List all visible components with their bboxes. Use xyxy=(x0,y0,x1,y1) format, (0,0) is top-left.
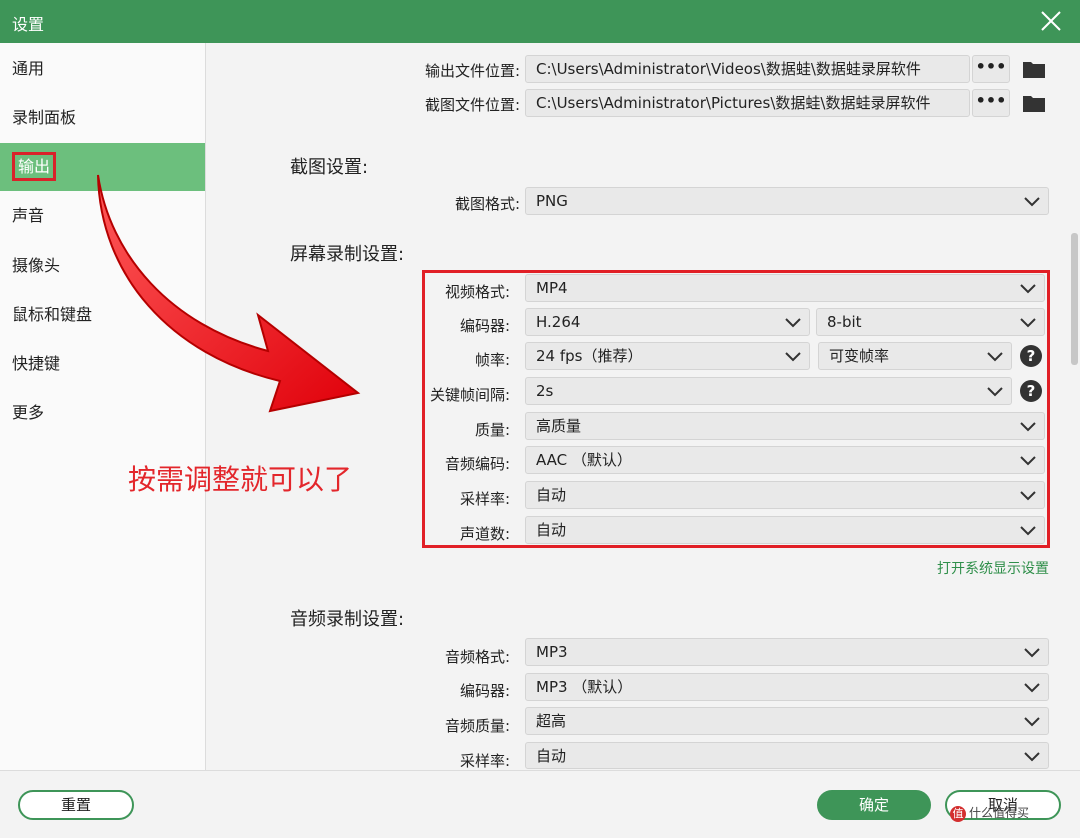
output-location-input[interactable]: C:\Users\Administrator\Videos\数据蛙\数据蛙录屏软… xyxy=(525,55,970,83)
audio-sample-rate-select[interactable]: 自动 xyxy=(525,742,1049,769)
sample-rate-select[interactable]: 自动 xyxy=(525,481,1045,509)
folder-icon[interactable] xyxy=(1022,93,1046,113)
audio-format-label: 音频格式: xyxy=(444,648,510,666)
chevron-down-icon xyxy=(1024,717,1040,727)
chevron-down-icon xyxy=(1020,422,1036,432)
audio-codec-label: 音频编码: xyxy=(444,455,510,473)
screenshot-format-label: 截图格式: xyxy=(454,195,520,213)
encoder-select[interactable]: H.264 xyxy=(525,308,810,336)
keyframe-interval-label: 关键帧间隔: xyxy=(429,386,510,404)
close-icon[interactable] xyxy=(1038,8,1064,34)
audio-sample-rate-label: 采样率: xyxy=(459,752,510,770)
help-icon[interactable]: ? xyxy=(1020,380,1042,402)
watermark-logo-icon: 值 xyxy=(950,805,966,822)
chevron-down-icon xyxy=(1020,284,1036,294)
reset-button[interactable]: 重置 xyxy=(18,790,134,820)
annotation-text: 按需调整就可以了 xyxy=(128,463,353,496)
audio-quality-label: 音频质量: xyxy=(444,717,510,735)
chevron-down-icon xyxy=(1024,752,1040,762)
chevron-down-icon xyxy=(1020,491,1036,501)
framerate-select[interactable]: 24 fps（推荐） xyxy=(525,342,810,370)
chevron-down-icon xyxy=(1024,648,1040,658)
output-browse-button[interactable]: ••• xyxy=(972,55,1010,83)
audio-recording-heading: 音频录制设置: xyxy=(290,609,405,630)
chevron-down-icon xyxy=(987,352,1003,362)
screenshot-location-input[interactable]: C:\Users\Administrator\Pictures\数据蛙\数据蛙录… xyxy=(525,89,970,117)
audio-codec-select[interactable]: AAC （默认） xyxy=(525,446,1045,474)
sidebar-item-general[interactable]: 通用 xyxy=(0,45,205,93)
window-title: 设置 xyxy=(12,15,45,34)
output-location-label: 输出文件位置: xyxy=(424,62,520,80)
bit-depth-select[interactable]: 8-bit xyxy=(816,308,1045,336)
audio-quality-select[interactable]: 超高 xyxy=(525,707,1049,735)
audio-encoder-select[interactable]: MP3 （默认） xyxy=(525,673,1049,701)
screenshot-browse-button[interactable]: ••• xyxy=(972,89,1010,117)
framerate-mode-select[interactable]: 可变帧率 xyxy=(818,342,1012,370)
help-icon[interactable]: ? xyxy=(1020,345,1042,367)
screenshot-format-select[interactable]: PNG xyxy=(525,187,1049,215)
channels-label: 声道数: xyxy=(459,525,510,543)
framerate-label: 帧率: xyxy=(474,351,510,369)
watermark: 值什么值得买 xyxy=(950,804,1029,822)
display-settings-link[interactable]: 打开系统显示设置 xyxy=(937,558,1049,578)
encoder-label: 编码器: xyxy=(459,317,510,335)
chevron-down-icon xyxy=(1020,456,1036,466)
quality-select[interactable]: 高质量 xyxy=(525,412,1045,440)
chevron-down-icon xyxy=(1020,318,1036,328)
sidebar-item-recording-panel[interactable]: 录制面板 xyxy=(0,94,205,142)
audio-format-select[interactable]: MP3 xyxy=(525,638,1049,666)
channels-select[interactable]: 自动 xyxy=(525,516,1045,544)
video-format-label: 视频格式: xyxy=(444,283,510,301)
folder-icon[interactable] xyxy=(1022,59,1046,79)
chevron-down-icon xyxy=(785,352,801,362)
scrollbar[interactable] xyxy=(1071,233,1078,365)
audio-encoder-label: 编码器: xyxy=(459,682,510,700)
keyframe-interval-select[interactable]: 2s xyxy=(525,377,1012,405)
title-bar: 设置 xyxy=(0,0,1080,43)
chevron-down-icon xyxy=(785,318,801,328)
chevron-down-icon xyxy=(987,387,1003,397)
ok-button[interactable]: 确定 xyxy=(817,790,931,820)
sample-rate-label: 采样率: xyxy=(459,490,510,508)
chevron-down-icon xyxy=(1024,683,1040,693)
chevron-down-icon xyxy=(1020,526,1036,536)
annotation-arrow-icon xyxy=(97,174,361,413)
screenshot-location-label: 截图文件位置: xyxy=(424,96,520,114)
chevron-down-icon xyxy=(1024,197,1040,207)
video-format-select[interactable]: MP4 xyxy=(525,274,1045,302)
quality-label: 质量: xyxy=(474,421,510,439)
